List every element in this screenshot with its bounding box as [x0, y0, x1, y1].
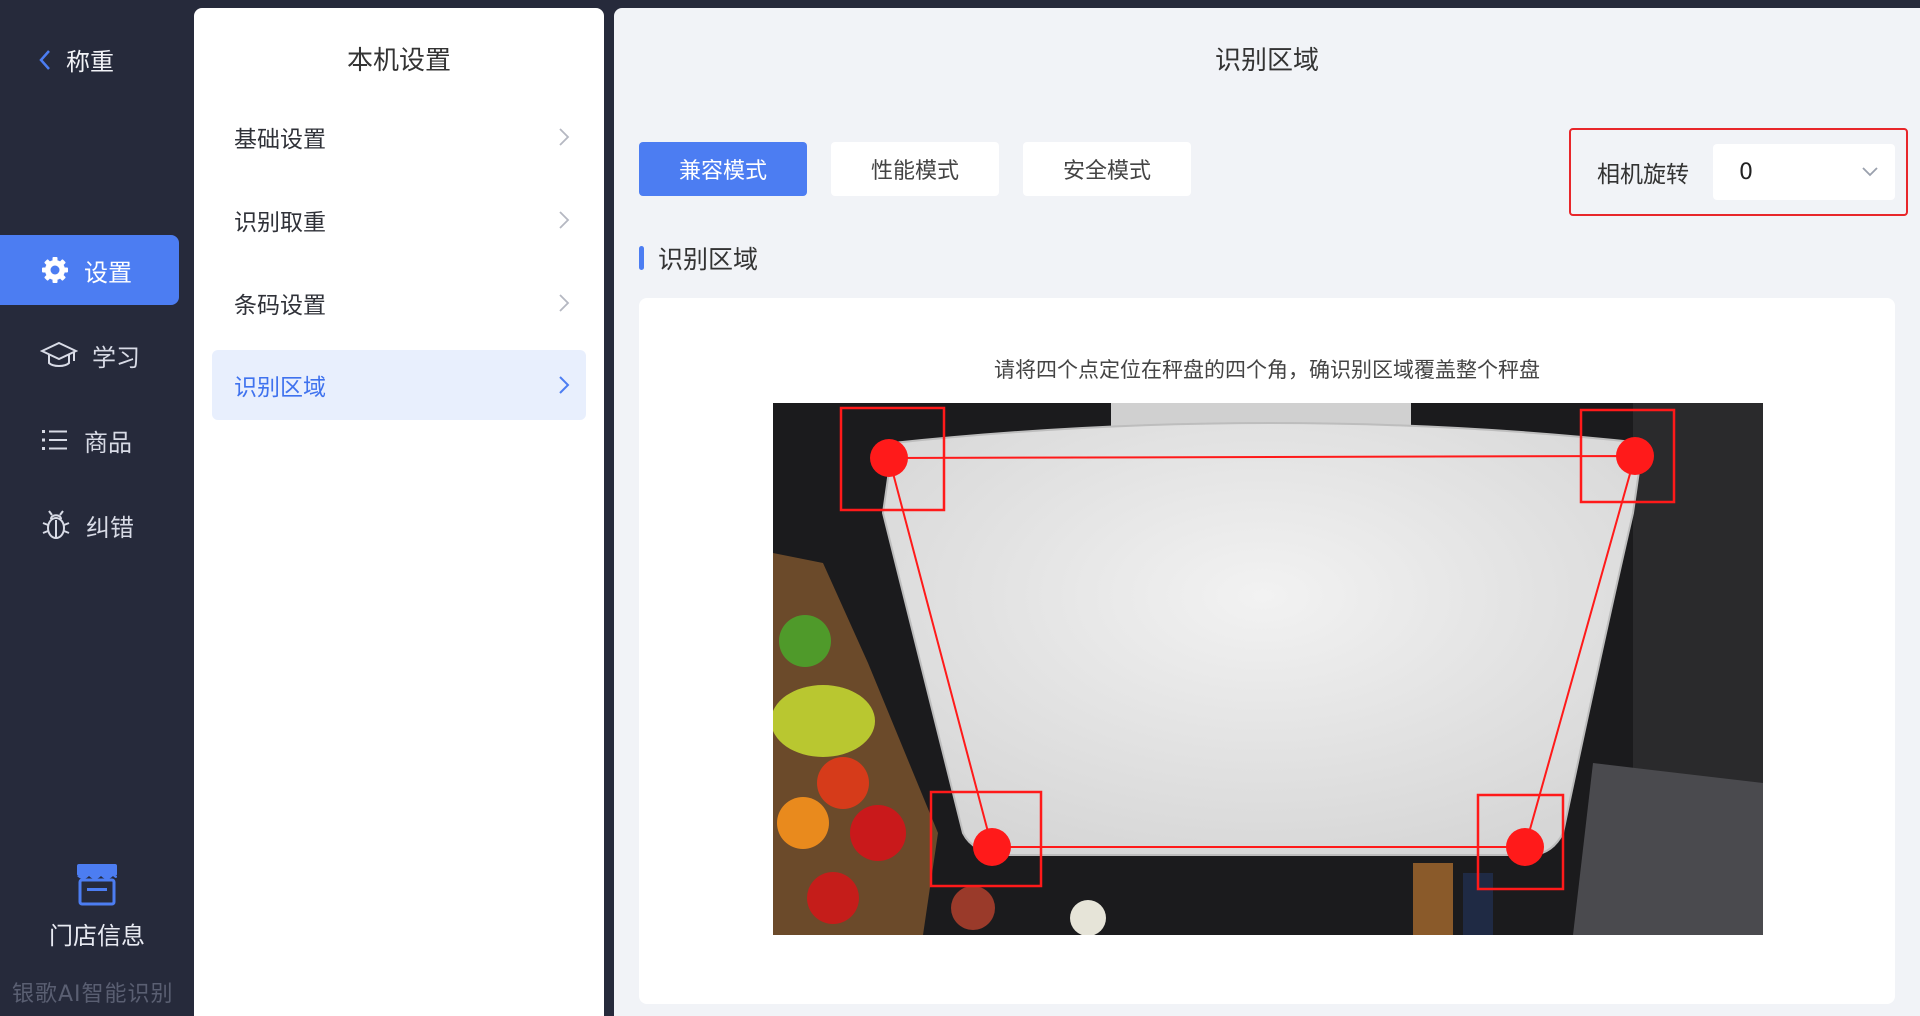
fruit-orange — [777, 797, 829, 849]
fruit-red-pepper — [850, 805, 906, 861]
store-icon — [77, 864, 117, 906]
store-info-button[interactable]: 门店信息 — [0, 862, 194, 951]
nav-item-label: 纠错 — [86, 513, 134, 542]
nav-item-learn[interactable]: 学习 — [0, 320, 179, 390]
section-accent-bar — [639, 246, 644, 270]
main-panel: 识别区域 兼容模式 性能模式 安全模式 相机旋转 0 识别区域 请将四个点定位在… — [614, 8, 1920, 1016]
back-label: 称重 — [66, 48, 114, 76]
camera-preview — [773, 403, 1763, 935]
nav-item-label: 商品 — [84, 428, 132, 457]
camera-rotation-group: 相机旋转 0 — [1569, 128, 1908, 216]
left-nav: 称重 设置 学习 商品 纠错 门店信息 银歌AI智能识别 — [0, 0, 194, 1016]
camera-rotation-value: 0 — [1739, 159, 1753, 185]
page-title: 识别区域 — [1214, 46, 1319, 76]
fruit-pomegranate — [951, 886, 995, 930]
bottle — [1413, 863, 1453, 935]
menu-item-label: 条码设置 — [234, 293, 326, 319]
section-title: 识别区域 — [658, 245, 759, 274]
nav-item-correction[interactable]: 纠错 — [0, 490, 179, 560]
tab-safe-mode[interactable]: 安全模式 — [1023, 142, 1191, 196]
menu-item-basic-settings[interactable]: 基础设置 — [212, 102, 586, 172]
fruit-tomato — [817, 757, 869, 809]
menu-item-recognition-area[interactable]: 识别区域 — [212, 350, 586, 420]
scale-plate — [881, 422, 1645, 856]
right-device-surface — [1573, 763, 1763, 935]
fruit-starfruit — [773, 685, 875, 757]
chevron-right-icon — [559, 376, 570, 394]
nav-item-products[interactable]: 商品 — [0, 405, 179, 475]
settings-menu-title: 本机设置 — [346, 46, 451, 76]
list-icon — [42, 430, 67, 450]
fruit-red — [807, 872, 859, 924]
menu-item-label: 识别区域 — [234, 375, 326, 401]
settings-menu-panel: 本机设置 基础设置 识别取重 条码设置 识别区域 — [194, 8, 604, 1016]
menu-item-label: 识别取重 — [234, 210, 326, 236]
nav-item-label: 学习 — [92, 343, 140, 372]
chevron-down-icon — [1862, 167, 1878, 177]
camera-rotation-select[interactable]: 0 — [1713, 144, 1895, 200]
brand-watermark: 银歌AI智能识别 — [12, 982, 174, 1007]
store-info-label: 门店信息 — [49, 922, 145, 950]
section-heading: 识别区域 — [639, 240, 758, 276]
recognition-area-card: 请将四个点定位在秤盘的四个角，确识别区域覆盖整个秤盘 — [639, 298, 1895, 1004]
menu-item-label: 基础设置 — [234, 127, 326, 153]
menu-item-recognition-weight[interactable]: 识别取重 — [212, 185, 586, 255]
fruit-lime — [779, 615, 831, 667]
chevron-right-icon — [559, 294, 570, 312]
nav-item-label: 设置 — [84, 258, 132, 287]
chevron-left-icon — [39, 49, 50, 70]
chevron-right-icon — [559, 211, 570, 229]
gear-icon — [42, 257, 68, 283]
tab-performance-mode[interactable]: 性能模式 — [831, 142, 999, 196]
tab-compatible-mode[interactable]: 兼容模式 — [639, 142, 807, 196]
back-button[interactable]: 称重 — [38, 42, 114, 77]
menu-item-barcode-settings[interactable]: 条码设置 — [212, 268, 586, 338]
camera-rotation-label: 相机旋转 — [1597, 162, 1689, 188]
instruction-text: 请将四个点定位在秤盘的四个角，确识别区域覆盖整个秤盘 — [994, 358, 1540, 382]
bug-icon — [42, 510, 70, 539]
graduation-cap-icon — [40, 341, 78, 367]
chevron-right-icon — [559, 128, 570, 146]
mode-tabs: 兼容模式 性能模式 安全模式 — [639, 142, 1191, 196]
nav-item-settings[interactable]: 设置 — [0, 235, 179, 305]
fruit-apple — [1070, 900, 1106, 935]
